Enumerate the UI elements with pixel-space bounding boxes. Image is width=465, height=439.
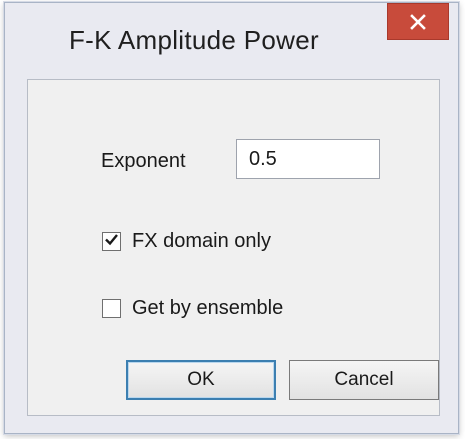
close-icon	[410, 13, 426, 30]
window-title: F-K Amplitude Power	[69, 25, 319, 55]
exponent-label: Exponent	[101, 150, 186, 172]
dialog-window: F-K Amplitude Power Exponent FX domain o…	[4, 2, 459, 434]
exponent-input[interactable]	[236, 139, 380, 179]
dialog-content: Exponent FX domain only Get by ensemble …	[27, 79, 440, 416]
ensemble-checkbox[interactable]	[102, 299, 121, 318]
ok-button[interactable]: OK	[126, 360, 276, 400]
title-bar[interactable]: F-K Amplitude Power	[5, 3, 458, 79]
fx-domain-label: FX domain only	[132, 230, 271, 252]
fx-domain-checkbox[interactable]	[102, 232, 121, 251]
ensemble-option[interactable]: Get by ensemble	[102, 297, 283, 320]
cancel-button[interactable]: Cancel	[289, 360, 439, 400]
checkmark-icon	[104, 232, 119, 252]
ensemble-label: Get by ensemble	[132, 297, 284, 319]
close-button[interactable]	[387, 3, 449, 40]
fx-domain-option[interactable]: FX domain only	[102, 230, 271, 253]
